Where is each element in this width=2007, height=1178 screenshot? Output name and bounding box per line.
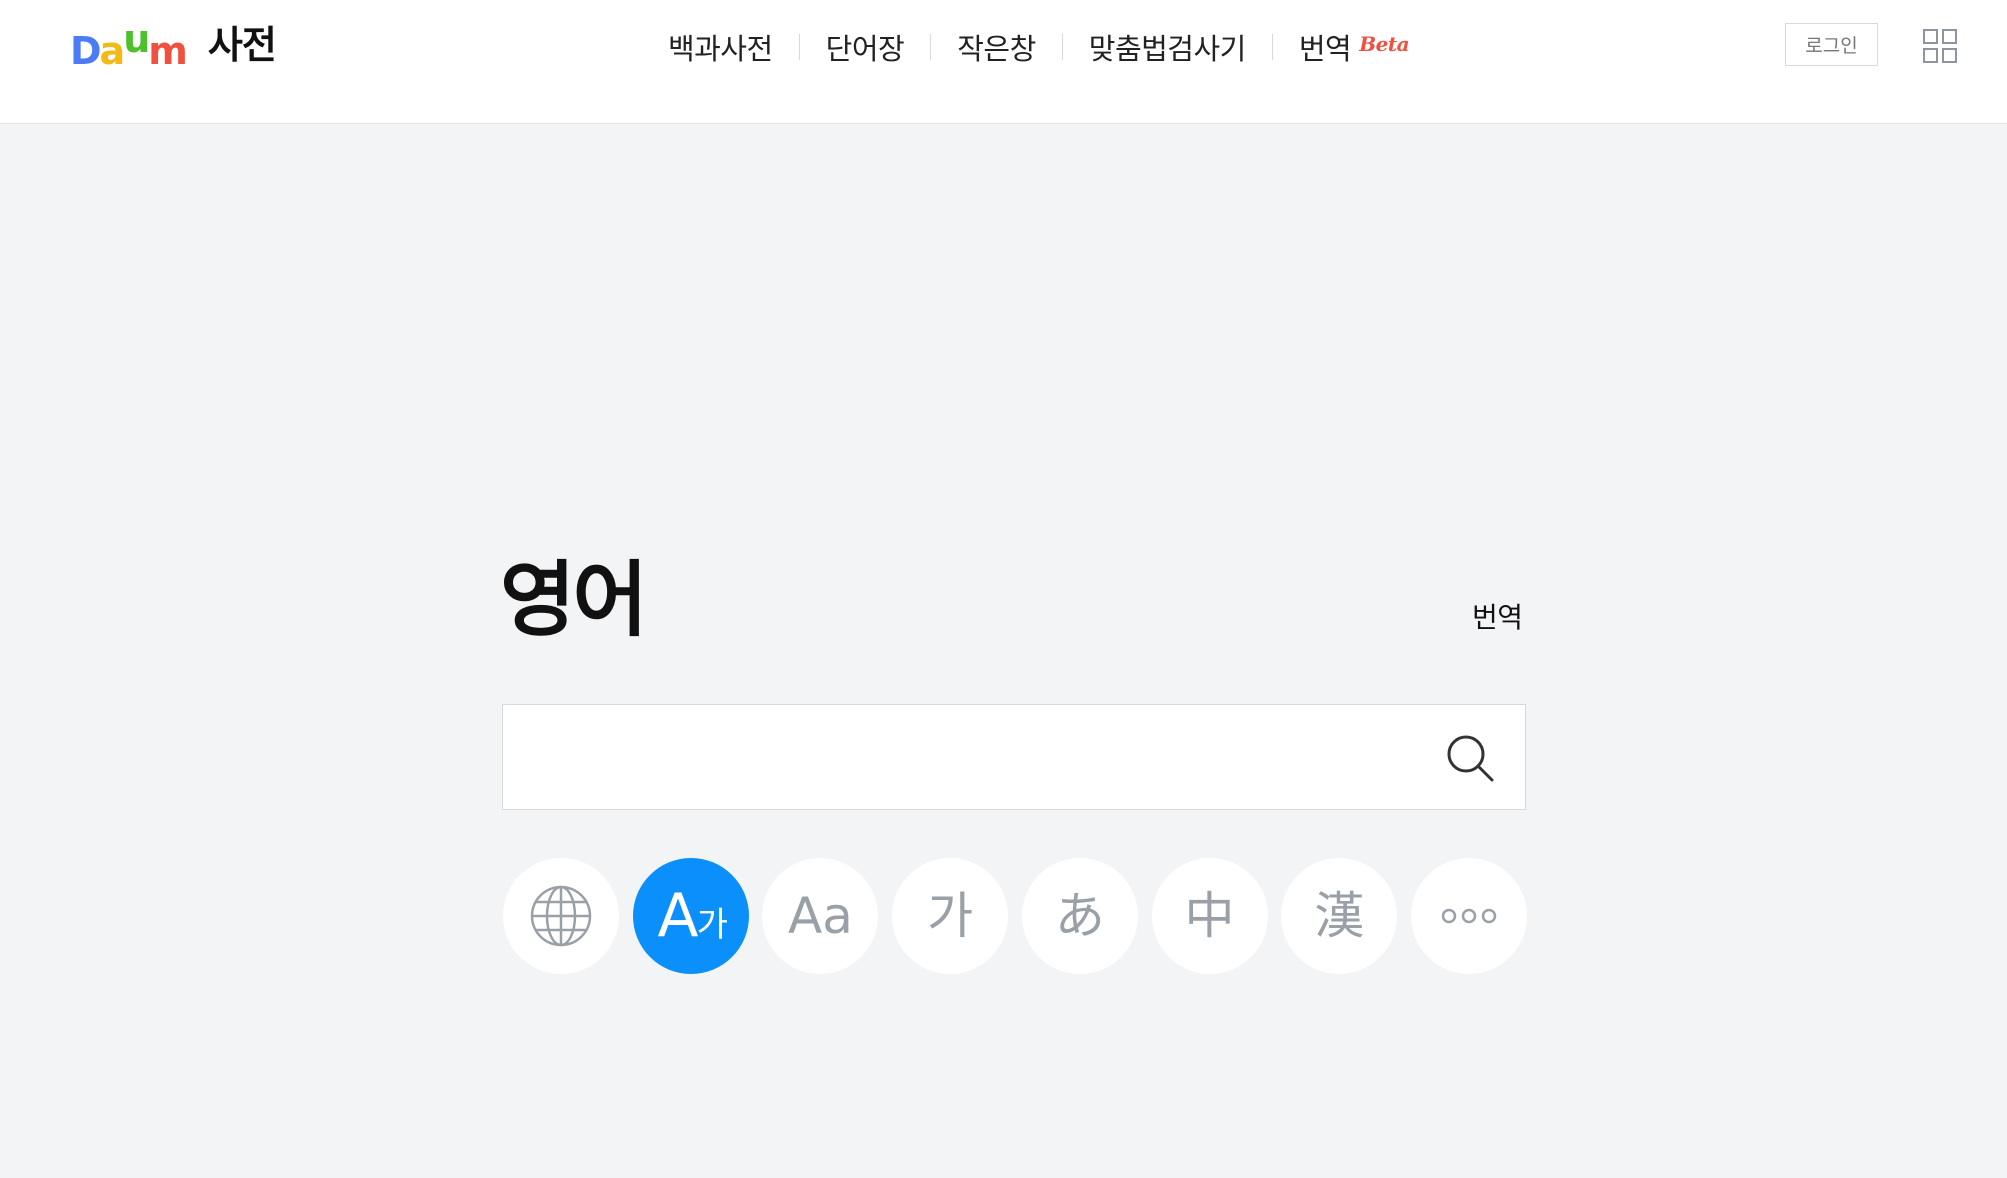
globe-icon[interactable] (503, 858, 619, 974)
nav-item-encyclopedia[interactable]: 백과사전 (668, 26, 773, 68)
nav-item-translate[interactable]: 번역 Beta (1298, 26, 1410, 68)
english-korean-label-latin: A (657, 881, 699, 951)
beta-badge: Beta (1359, 32, 1410, 56)
more-icon[interactable] (1410, 858, 1527, 974)
lang-english-korean-button[interactable]: A 가 (632, 858, 749, 974)
korean-label: 가 (927, 887, 974, 945)
header: D a u m 사전 백과사전 단어장 작은창 맞춤법검사기 번역 Beta 로… (0, 0, 2007, 124)
english-label: Aa (787, 887, 853, 945)
hanja-label: 漢 (1314, 887, 1365, 945)
search-box (502, 704, 1526, 810)
nav-item-wordbook[interactable]: 단어장 (826, 26, 905, 68)
japanese-label: あ (1054, 887, 1105, 945)
english-korean-label-hangul: 가 (696, 905, 728, 945)
lang-english-button[interactable]: Aa (762, 858, 879, 974)
lang-hanja-button[interactable]: 漢 (1281, 858, 1398, 974)
nav-item-mini-window[interactable]: 작은창 (957, 26, 1036, 68)
search-input[interactable] (523, 705, 1423, 809)
nav-divider (1271, 34, 1273, 60)
nav-item-spellchecker[interactable]: 맞춤법검사기 (1089, 26, 1247, 68)
translate-link[interactable]: 번역 (1472, 596, 1523, 636)
login-button[interactable]: 로그인 (1785, 23, 1878, 66)
lang-japanese-button[interactable]: あ (1021, 858, 1138, 974)
lang-korean-button[interactable]: 가 (892, 858, 1009, 974)
search-icon[interactable] (1443, 731, 1499, 787)
nav-divider (798, 34, 800, 60)
nav-item-translate-label: 번역 (1298, 32, 1352, 66)
global-nav: 백과사전 단어장 작은창 맞춤법검사기 번역 Beta (0, 24, 2007, 70)
english-korean-label: A 가 (657, 881, 728, 951)
language-selector: A 가 Aa 가 あ 中 漢 (503, 857, 1527, 975)
chinese-label: 中 (1184, 887, 1235, 945)
page-title: 영어 (500, 553, 648, 648)
nav-divider (930, 34, 932, 60)
lang-chinese-button[interactable]: 中 (1151, 858, 1268, 974)
nav-divider (1061, 34, 1063, 60)
grid-icon[interactable] (1923, 29, 1957, 63)
